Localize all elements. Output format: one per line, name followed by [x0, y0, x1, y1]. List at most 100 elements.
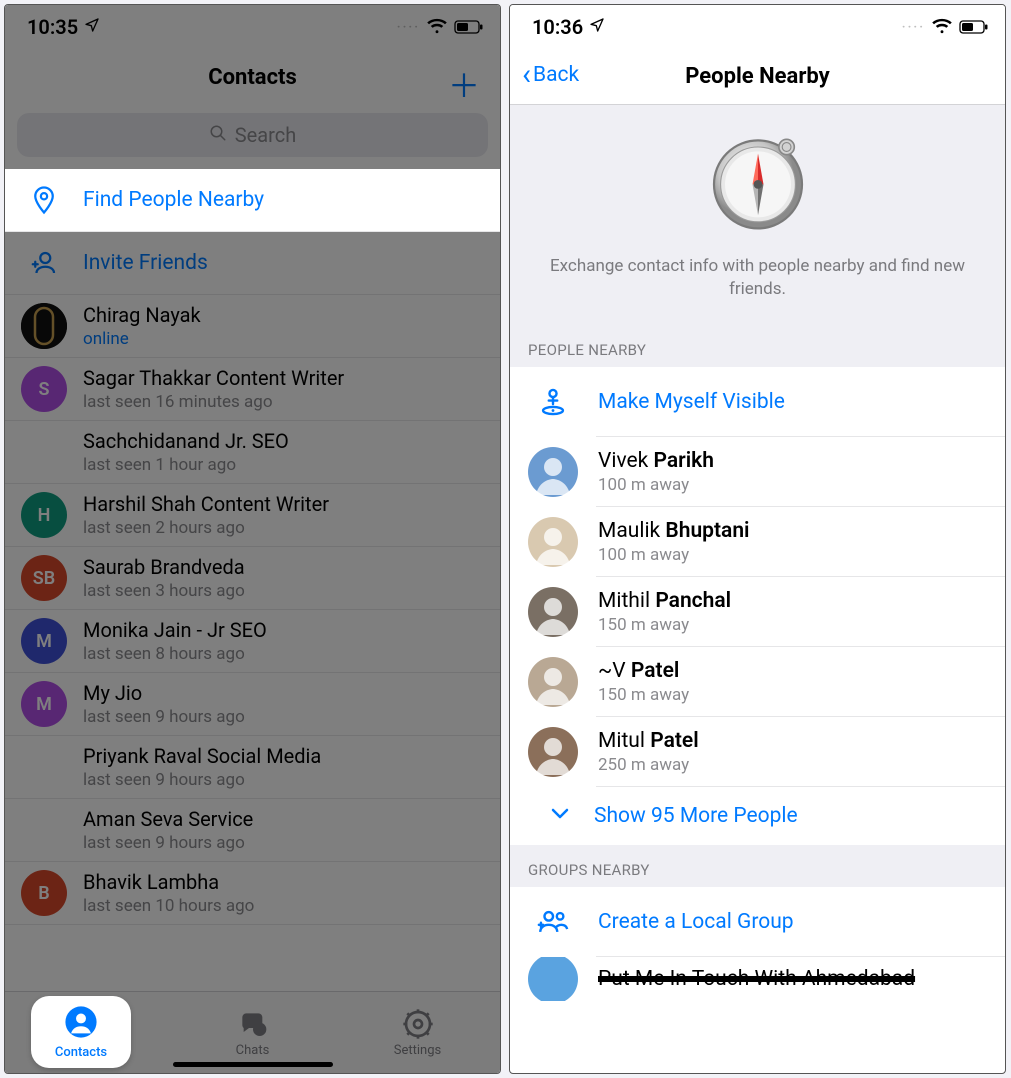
chevron-down-icon: [548, 801, 572, 831]
compass-icon: [540, 125, 975, 239]
contact-row[interactable]: Sachchidanand Jr. SEOlast seen 1 hour ag…: [5, 421, 500, 484]
contact-status: last seen 1 hour ago: [83, 455, 289, 475]
contact-avatar: [21, 303, 67, 349]
hero-text: Exchange contact info with people nearby…: [540, 255, 975, 301]
person-distance: 150 m away: [598, 615, 731, 635]
person-avatar: [528, 657, 578, 707]
wifi-icon: [426, 15, 448, 39]
tab-chats-label: Chats: [236, 1043, 270, 1058]
make-visible-label: Make Myself Visible: [598, 390, 785, 414]
contact-status: last seen 16 minutes ago: [83, 392, 344, 412]
show-more-label: Show 95 More People: [594, 804, 798, 828]
signal-dots-icon: ····: [902, 20, 925, 35]
contact-avatar: H: [21, 492, 67, 538]
make-visible-row[interactable]: Make Myself Visible: [510, 367, 1005, 437]
nav-title: People Nearby: [685, 64, 829, 89]
create-group-label: Create a Local Group: [598, 910, 794, 934]
contact-name: Sachchidanand Jr. SEO: [83, 429, 289, 453]
find-nearby-label: Find People Nearby: [83, 188, 264, 212]
contact-status: last seen 3 hours ago: [83, 581, 245, 601]
contact-row[interactable]: Priyank Raval Social Medialast seen 9 ho…: [5, 736, 500, 799]
search-wrap: Search: [5, 105, 500, 169]
section-header-people: PEOPLE NEARBY: [510, 325, 1005, 367]
nearby-person-row[interactable]: ~V Patel150 m away: [510, 647, 1005, 717]
nearby-scroll[interactable]: Exchange contact info with people nearby…: [510, 105, 1005, 1073]
show-more-people-row[interactable]: Show 95 More People: [510, 787, 1005, 845]
visibility-icon: [528, 377, 578, 427]
status-bar: 10:36 ····: [510, 5, 1005, 49]
nearby-person-row[interactable]: Mithil Panchal150 m away: [510, 577, 1005, 647]
location-pin-icon: [21, 177, 67, 223]
person-name: Maulik Bhuptani: [598, 519, 750, 543]
status-bar: 10:35 ····: [5, 5, 500, 49]
tab-chats[interactable]: Chats: [170, 992, 335, 1073]
find-people-nearby-row[interactable]: Find People Nearby: [5, 169, 500, 232]
contact-name: Sagar Thakkar Content Writer: [83, 366, 344, 390]
nearby-group-row[interactable]: Put Me In Touch With Ahmedabad: [510, 957, 1005, 1001]
person-name: ~V Patel: [598, 659, 689, 683]
back-button[interactable]: ‹ Back: [522, 63, 579, 87]
contact-status: last seen 8 hours ago: [83, 644, 267, 664]
contact-name: Priyank Raval Social Media: [83, 744, 321, 768]
phone-left-contacts: 10:35 ···· Contacts ＋ Search: [4, 4, 501, 1074]
tab-bar: Contacts Chats Settings Contacts: [5, 991, 500, 1073]
tab-settings-label: Settings: [394, 1043, 441, 1058]
contact-row[interactable]: S Sagar Thakkar Content Writerlast seen 1…: [5, 358, 500, 421]
contact-row[interactable]: SBSaurab Brandvedalast seen 3 hours ago: [5, 547, 500, 610]
search-icon: [209, 123, 227, 147]
battery-icon: [959, 15, 989, 39]
add-person-icon: [21, 240, 67, 286]
person-distance: 150 m away: [598, 685, 689, 705]
contact-row[interactable]: M Monika Jain - Jr SEOlast seen 8 hours a…: [5, 610, 500, 673]
contact-row[interactable]: MMy Jiolast seen 9 hours ago: [5, 673, 500, 736]
section-header-groups: GROUPS NEARBY: [510, 845, 1005, 887]
person-distance: 100 m away: [598, 475, 714, 495]
contact-status: last seen 9 hours ago: [83, 770, 321, 790]
contact-status: last seen 9 hours ago: [83, 833, 253, 853]
home-indicator[interactable]: [173, 1062, 333, 1067]
contact-status: online: [83, 329, 201, 349]
invite-friends-row[interactable]: Invite Friends: [5, 232, 500, 295]
invite-label: Invite Friends: [83, 251, 208, 275]
back-label: Back: [533, 63, 579, 87]
search-input[interactable]: Search: [17, 113, 488, 157]
person-distance: 100 m away: [598, 545, 750, 565]
hero-section: Exchange contact info with people nearby…: [510, 105, 1005, 325]
contact-name: Monika Jain - Jr SEO: [83, 618, 267, 642]
create-group-icon: [528, 897, 578, 947]
tab-settings[interactable]: Settings: [335, 992, 500, 1073]
nearby-person-row[interactable]: Maulik Bhuptani100 m away: [510, 507, 1005, 577]
group-avatar: [528, 957, 578, 1001]
navbar-nearby: ‹ Back People Nearby: [510, 49, 1005, 105]
settings-tab-icon: [401, 1007, 435, 1041]
contact-avatar: M: [21, 618, 67, 664]
status-time: 10:36: [532, 15, 583, 39]
person-distance: 250 m away: [598, 755, 699, 775]
add-contact-button[interactable]: ＋: [448, 61, 480, 107]
person-avatar: [528, 587, 578, 637]
contact-avatar: SB: [21, 555, 67, 601]
contact-status: last seen 10 hours ago: [83, 896, 254, 916]
nearby-person-row[interactable]: Mitul Patel250 m away: [510, 717, 1005, 787]
contact-row[interactable]: Chirag Nayakonline: [5, 295, 500, 358]
contact-row[interactable]: HHarshil Shah Content Writerlast seen 2 …: [5, 484, 500, 547]
contact-name: My Jio: [83, 681, 245, 705]
signal-dots-icon: ····: [397, 20, 420, 35]
plus-icon: ＋: [448, 67, 480, 105]
contacts-icon: [64, 1005, 98, 1043]
contacts-list[interactable]: Chirag Nayakonline S Sagar Thakkar Content…: [5, 295, 500, 991]
battery-icon: [454, 15, 484, 39]
contact-name: Aman Seva Service: [83, 807, 253, 831]
contact-row[interactable]: BBhavik Lambhalast seen 10 hours ago: [5, 862, 500, 925]
contact-avatar: S: [21, 366, 67, 412]
contact-row[interactable]: Aman Seva Servicelast seen 9 hours ago: [5, 799, 500, 862]
person-avatar: [528, 447, 578, 497]
contact-name: Bhavik Lambha: [83, 870, 254, 894]
tab-contacts-label-active: Contacts: [55, 1045, 107, 1060]
person-avatar: [528, 517, 578, 567]
status-time: 10:35: [27, 15, 78, 39]
contact-status: last seen 2 hours ago: [83, 518, 329, 538]
person-name: Mitul Patel: [598, 729, 699, 753]
nearby-person-row[interactable]: Vivek Parikh100 m away: [510, 437, 1005, 507]
create-local-group-row[interactable]: Create a Local Group: [510, 887, 1005, 957]
